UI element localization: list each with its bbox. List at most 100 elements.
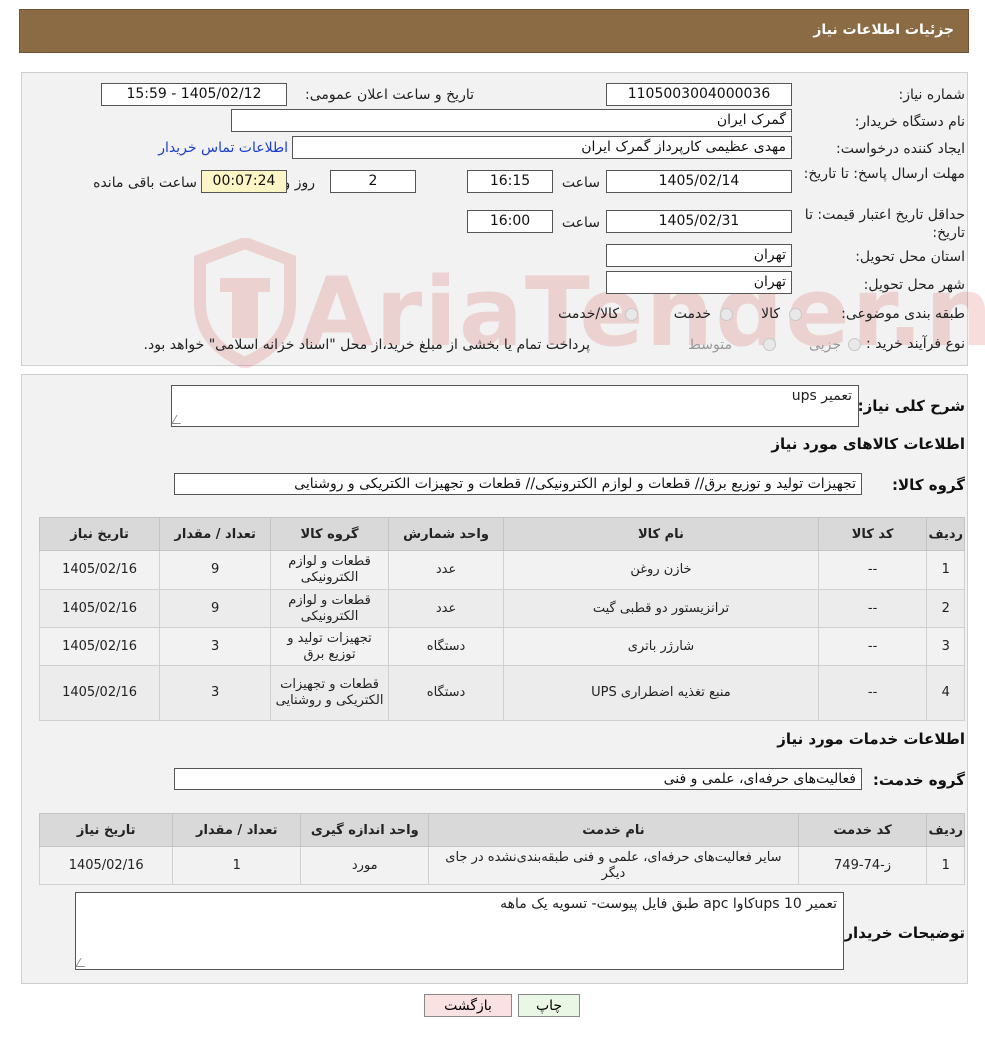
cell: عدد — [387, 550, 505, 590]
process-note: پرداخت تمام یا بخشی از مبلغ خرید،از محل … — [143, 337, 590, 353]
cell: قطعات و لوازم الکترونیکی — [270, 589, 389, 628]
goods-table: ردیف کد کالا نام کالا واحد شمارش گروه کا… — [38, 517, 965, 721]
radio-goods-service-label: کالا/خدمت — [558, 306, 619, 322]
cell: دستگاه — [387, 627, 505, 666]
buyer-label: نام دستگاه خریدار: — [854, 114, 965, 130]
col-header: تعداد / مقدار — [172, 813, 302, 847]
announce-field[interactable]: 1405/02/12 - 15:59 — [101, 83, 287, 106]
cell: سایر فعالیت‌های حرفه‌ای، علمی و فنی طبقه… — [428, 846, 799, 885]
cell: 1 — [172, 846, 302, 885]
process-label: نوع فرآیند خرید : — [866, 336, 965, 352]
deadline-date-field[interactable]: 1405/02/14 — [606, 170, 792, 193]
radio-medium-label: متوسط — [688, 337, 732, 353]
buyer-notes-textarea[interactable]: تعمیر 10 upsکاوا apc طبق فایل پیوست- تسو… — [75, 892, 844, 970]
services-section-title: اطلاعات خدمات مورد نیاز — [777, 730, 965, 748]
radio-service[interactable] — [720, 308, 733, 321]
cell: مورد — [300, 846, 430, 885]
buyer-field[interactable]: گمرک ایران — [231, 109, 792, 132]
validity-date-field[interactable]: 1405/02/31 — [606, 210, 792, 233]
cell: 1 — [926, 846, 965, 885]
validity-time-field[interactable]: 16:00 — [467, 210, 553, 233]
deadline-label: مهلت ارسال پاسخ: تا تاریخ: — [803, 166, 965, 182]
cell: 9 — [159, 589, 272, 628]
remaining-time-field: 00:07:24 — [201, 170, 287, 193]
cell: 9 — [159, 550, 272, 590]
cell: 3 — [159, 627, 272, 666]
service-group-label: گروه خدمت: — [872, 771, 965, 789]
province-label: استان محل تحویل: — [855, 249, 965, 265]
resize-handle-icon[interactable] — [75, 958, 90, 967]
print-button[interactable]: چاپ — [518, 994, 580, 1017]
cell: 1405/02/16 — [38, 627, 161, 666]
table-row: 2 -- ترانزیستور دو قطبی گیت عدد قطعات و … — [38, 589, 965, 628]
city-field[interactable]: تهران — [606, 271, 792, 294]
col-header: واحد شمارش — [387, 517, 505, 551]
page-title: جزئیات اطلاعات نیاز — [813, 22, 954, 38]
back-button[interactable]: بازگشت — [424, 994, 512, 1017]
cell: منبع تغذیه اضطراری UPS — [503, 665, 819, 721]
radio-minor[interactable] — [848, 338, 861, 351]
cell: ز-74-749 — [797, 846, 928, 885]
cell: ترانزیستور دو قطبی گیت — [503, 589, 819, 628]
creator-label: ایجاد کننده درخواست: — [836, 141, 965, 157]
col-header: نام کالا — [503, 517, 819, 551]
city-label: شهر محل تحویل: — [863, 277, 965, 293]
col-header: تاریخ نیاز — [38, 813, 174, 847]
cell: قطعات و تجهیزات الکتریکی و روشنایی — [270, 665, 389, 721]
summary-text: تعمیر ups — [791, 388, 852, 404]
goods-section-title: اطلاعات کالاهای مورد نیاز — [771, 435, 965, 453]
cell: خازن روغن — [503, 550, 819, 590]
buyer-contact-link[interactable]: اطلاعات تماس خریدار — [158, 140, 288, 156]
cell: 1405/02/16 — [38, 665, 161, 721]
cell: -- — [817, 665, 928, 721]
goods-group-field[interactable]: تجهیزات تولید و توزیع برق// قطعات و لواز… — [174, 473, 862, 495]
cell: -- — [817, 550, 928, 590]
cell: تجهیزات تولید و توزیع برق — [270, 627, 389, 666]
cell: 1 — [926, 550, 965, 590]
need-number-field[interactable]: 1105003004000036 — [606, 83, 792, 106]
need-number-label: شماره نیاز: — [898, 87, 966, 103]
buyer-notes-label: توضیحات خریدار: — [838, 924, 965, 942]
creator-field[interactable]: مهدی عظیمی کارپرداز گمرک ایران — [292, 136, 792, 159]
validity-time-label: ساعت — [561, 215, 600, 231]
summary-label: شرح کلی نیاز: — [857, 397, 965, 415]
announce-label: تاریخ و ساعت اعلان عمومی: — [305, 87, 474, 103]
table-row: 4 -- منبع تغذیه اضطراری UPS دستگاه قطعات… — [38, 665, 965, 721]
buyer-notes-text: تعمیر 10 upsکاوا apc طبق فایل پیوست- تسو… — [500, 896, 837, 912]
goods-group-label: گروه کالا: — [892, 476, 965, 494]
resize-handle-icon[interactable] — [171, 415, 186, 424]
days-field[interactable]: 2 — [330, 170, 416, 193]
col-header: تاریخ نیاز — [38, 517, 161, 551]
col-header: ردیف — [926, 517, 965, 551]
col-header: کد خدمت — [797, 813, 928, 847]
remaining-label: ساعت باقی مانده — [93, 175, 197, 191]
cell: عدد — [387, 589, 505, 628]
col-header: واحد اندازه گیری — [300, 813, 430, 847]
radio-goods[interactable] — [789, 308, 802, 321]
days-label: روز و — [283, 175, 316, 191]
service-group-field[interactable]: فعالیت‌های حرفه‌ای، علمی و فنی — [174, 768, 862, 790]
table-row: 3 -- شارژر باتری دستگاه تجهیزات تولید و … — [38, 627, 965, 666]
deadline-time-field[interactable]: 16:15 — [467, 170, 553, 193]
radio-goods-service[interactable] — [625, 308, 638, 321]
col-header: نام خدمت — [428, 813, 799, 847]
cell: 1405/02/16 — [38, 846, 174, 885]
services-table: ردیف کد خدمت نام خدمت واحد اندازه گیری ت… — [38, 813, 965, 885]
services-table-header: ردیف کد خدمت نام خدمت واحد اندازه گیری ت… — [38, 813, 965, 847]
table-row: 1 -- خازن روغن عدد قطعات و لوازم الکترون… — [38, 550, 965, 590]
cell: 1405/02/16 — [38, 589, 161, 628]
radio-service-label: خدمت — [673, 306, 711, 322]
province-field[interactable]: تهران — [606, 244, 792, 267]
col-header: ردیف — [926, 813, 965, 847]
cell: قطعات و لوازم الکترونیکی — [270, 550, 389, 590]
page-header: جزئیات اطلاعات نیاز — [19, 9, 969, 53]
radio-goods-label: کالا — [761, 306, 780, 322]
cell: 3 — [926, 627, 965, 666]
cell: 1405/02/16 — [38, 550, 161, 590]
summary-textarea[interactable]: تعمیر ups — [171, 385, 859, 427]
cell: -- — [817, 589, 928, 628]
category-label: طبقه بندی موضوعی: — [841, 306, 965, 322]
cell: 2 — [926, 589, 965, 628]
cell: 4 — [926, 665, 965, 721]
radio-medium[interactable] — [763, 338, 776, 351]
